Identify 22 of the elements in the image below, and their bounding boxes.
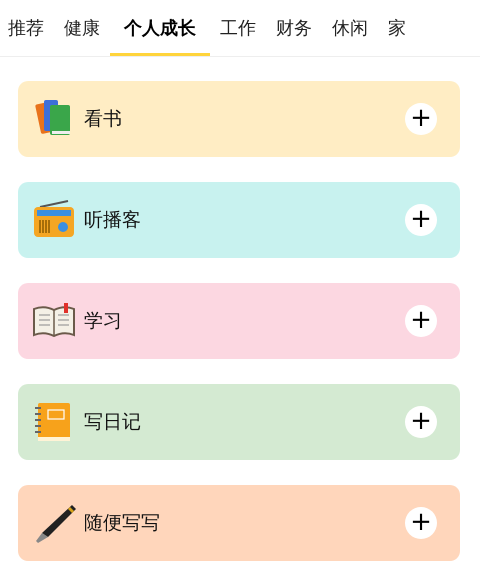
add-button[interactable]: + [405, 103, 437, 135]
habit-card[interactable]: 写日记 + [18, 384, 460, 460]
add-button[interactable]: + [405, 406, 437, 438]
category-tab[interactable]: 推荐 [0, 0, 54, 56]
category-tab[interactable]: 个人成长 [110, 0, 210, 56]
add-button[interactable]: + [405, 507, 437, 539]
category-tab[interactable]: 工作 [210, 0, 266, 56]
habit-card[interactable]: 随便写写 + [18, 485, 460, 561]
add-button[interactable]: + [405, 204, 437, 236]
category-tab[interactable]: 财务 [266, 0, 322, 56]
habit-card[interactable]: 看书 + [18, 81, 460, 157]
habit-label: 学习 [84, 308, 123, 334]
habit-label: 听播客 [84, 208, 142, 233]
habit-label: 写日记 [84, 410, 142, 435]
category-tab[interactable]: 健康 [54, 0, 110, 56]
habit-label: 看书 [84, 106, 123, 132]
category-tab[interactable]: 休闲 [322, 0, 378, 56]
habit-card[interactable]: 听播客 + [18, 182, 460, 258]
habit-card[interactable]: 学习 + [18, 283, 460, 359]
add-button[interactable]: + [405, 305, 437, 337]
habit-label: 随便写写 [84, 510, 161, 536]
category-tab[interactable]: 家 [378, 0, 416, 56]
